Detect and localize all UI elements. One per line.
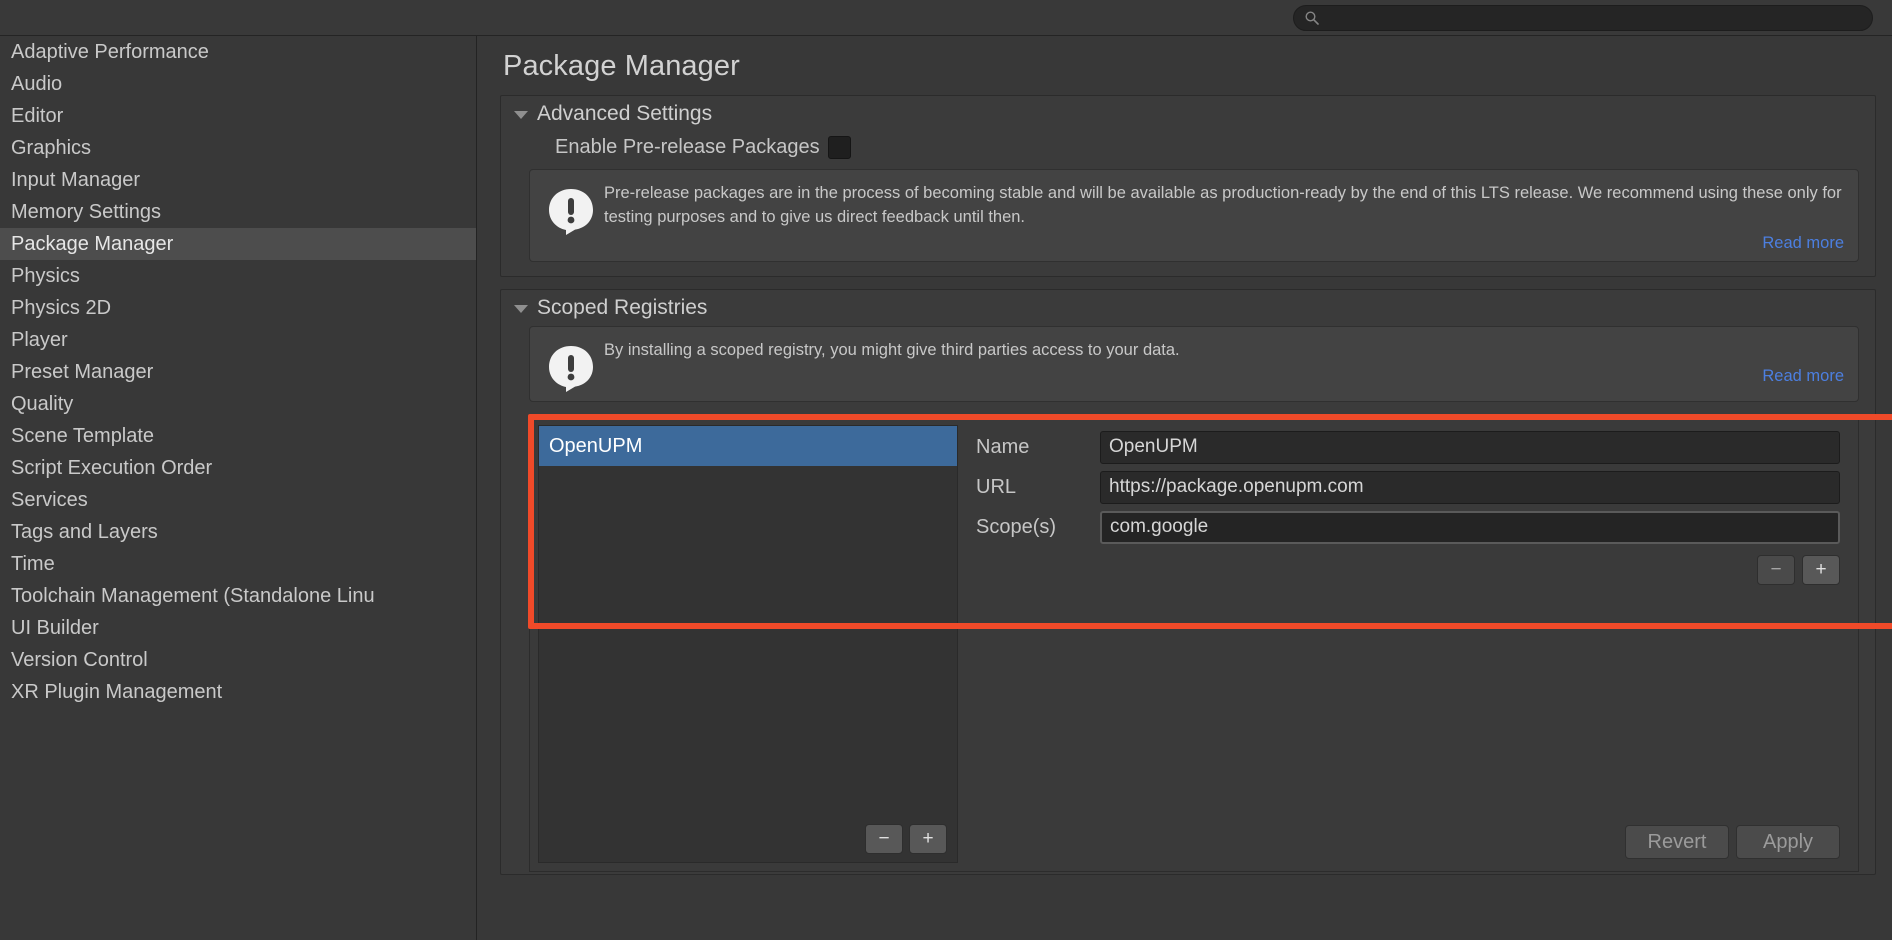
sidebar-item-services[interactable]: Services: [0, 484, 476, 516]
registry-list-items[interactable]: OpenUPM: [539, 426, 957, 816]
sidebar-item-player[interactable]: Player: [0, 324, 476, 356]
scoped-registries-title: Scoped Registries: [537, 296, 707, 320]
sidebar-item-input-manager[interactable]: Input Manager: [0, 164, 476, 196]
registry-editor: OpenUPM − + Name URL: [529, 416, 1859, 872]
registry-scopes-row: Scope(s): [976, 511, 1840, 544]
chevron-down-icon[interactable]: [514, 305, 528, 313]
warning-icon-wrap: [544, 182, 598, 253]
registry-list-footer: − +: [539, 816, 957, 862]
advanced-settings-section: Advanced Settings Enable Pre-release Pac…: [500, 95, 1876, 277]
advanced-settings-header[interactable]: Advanced Settings: [501, 96, 1875, 132]
sidebar-item-preset-manager[interactable]: Preset Manager: [0, 356, 476, 388]
registry-editor-wrap: OpenUPM − + Name URL: [529, 416, 1859, 874]
sidebar-item-scene-template[interactable]: Scene Template: [0, 420, 476, 452]
registry-remove-button[interactable]: −: [865, 824, 903, 854]
detail-spacer: [976, 585, 1840, 825]
sidebar-item-tags-and-layers[interactable]: Tags and Layers: [0, 516, 476, 548]
warning-icon-wrap: [544, 339, 598, 393]
sidebar-item-physics-2d[interactable]: Physics 2D: [0, 292, 476, 324]
sidebar-item-toolchain-management-standalone-linu[interactable]: Toolchain Management (Standalone Linu: [0, 580, 476, 612]
sidebar-item-version-control[interactable]: Version Control: [0, 644, 476, 676]
scoped-registries-helpbox: By installing a scoped registry, you mig…: [529, 326, 1859, 402]
registry-detail: Name URL Scope(s) − +: [958, 417, 1858, 871]
search-icon: [1304, 10, 1320, 26]
registry-url-label: URL: [976, 476, 1100, 499]
registry-scopes-input[interactable]: [1100, 511, 1840, 544]
scoped-registries-help-text: By installing a scoped registry, you mig…: [604, 339, 1844, 363]
registry-name-input[interactable]: [1100, 431, 1840, 464]
sidebar-item-audio[interactable]: Audio: [0, 68, 476, 100]
sidebar-item-script-execution-order[interactable]: Script Execution Order: [0, 452, 476, 484]
search-input[interactable]: [1326, 10, 1862, 26]
prerelease-checkbox[interactable]: [828, 136, 851, 159]
prerelease-help-body: Pre-release packages are in the process …: [598, 182, 1844, 253]
registry-list-item[interactable]: OpenUPM: [539, 426, 957, 466]
registry-list[interactable]: OpenUPM − +: [538, 425, 958, 863]
warning-icon: [546, 343, 596, 393]
scoped-registries-header[interactable]: Scoped Registries: [501, 290, 1875, 326]
sidebar-item-memory-settings[interactable]: Memory Settings: [0, 196, 476, 228]
sidebar-item-time[interactable]: Time: [0, 548, 476, 580]
main-panel: Package Manager Advanced Settings Enable…: [478, 36, 1892, 940]
sidebar-item-adaptive-performance[interactable]: Adaptive Performance: [0, 36, 476, 68]
scope-add-button[interactable]: +: [1802, 555, 1840, 585]
page-title: Package Manager: [478, 36, 1892, 95]
search-box[interactable]: [1293, 5, 1873, 31]
revert-button[interactable]: Revert: [1625, 825, 1729, 859]
scoped-registries-section: Scoped Registries By installing a scoped…: [500, 289, 1876, 875]
sidebar-item-ui-builder[interactable]: UI Builder: [0, 612, 476, 644]
prerelease-help-text: Pre-release packages are in the process …: [604, 182, 1844, 230]
scope-remove-button[interactable]: −: [1757, 555, 1795, 585]
settings-sidebar[interactable]: Adaptive PerformanceAudioEditorGraphicsI…: [0, 36, 477, 940]
prerelease-read-more-link[interactable]: Read more: [604, 234, 1844, 253]
sidebar-item-xr-plugin-management[interactable]: XR Plugin Management: [0, 676, 476, 708]
registry-name-row: Name: [976, 431, 1840, 464]
sidebar-item-physics[interactable]: Physics: [0, 260, 476, 292]
registry-url-row: URL: [976, 471, 1840, 504]
prerelease-label: Enable Pre-release Packages: [555, 136, 820, 159]
registry-scopes-label: Scope(s): [976, 516, 1100, 539]
apply-button[interactable]: Apply: [1736, 825, 1840, 859]
apply-revert-buttons: Revert Apply: [976, 825, 1840, 861]
warning-icon: [546, 186, 596, 236]
advanced-settings-title: Advanced Settings: [537, 102, 712, 126]
sidebar-item-editor[interactable]: Editor: [0, 100, 476, 132]
registry-add-button[interactable]: +: [909, 824, 947, 854]
scope-buttons: − +: [976, 555, 1840, 585]
sidebar-item-package-manager[interactable]: Package Manager: [0, 228, 476, 260]
registry-name-label: Name: [976, 436, 1100, 459]
prerelease-row: Enable Pre-release Packages: [501, 132, 1875, 169]
sidebar-item-quality[interactable]: Quality: [0, 388, 476, 420]
scoped-registries-read-more-link[interactable]: Read more: [604, 367, 1844, 386]
scoped-registries-help-body: By installing a scoped registry, you mig…: [598, 339, 1844, 393]
prerelease-helpbox: Pre-release packages are in the process …: [529, 169, 1859, 262]
top-toolbar: [0, 0, 1892, 36]
sidebar-item-graphics[interactable]: Graphics: [0, 132, 476, 164]
chevron-down-icon[interactable]: [514, 111, 528, 119]
registry-url-input[interactable]: [1100, 471, 1840, 504]
